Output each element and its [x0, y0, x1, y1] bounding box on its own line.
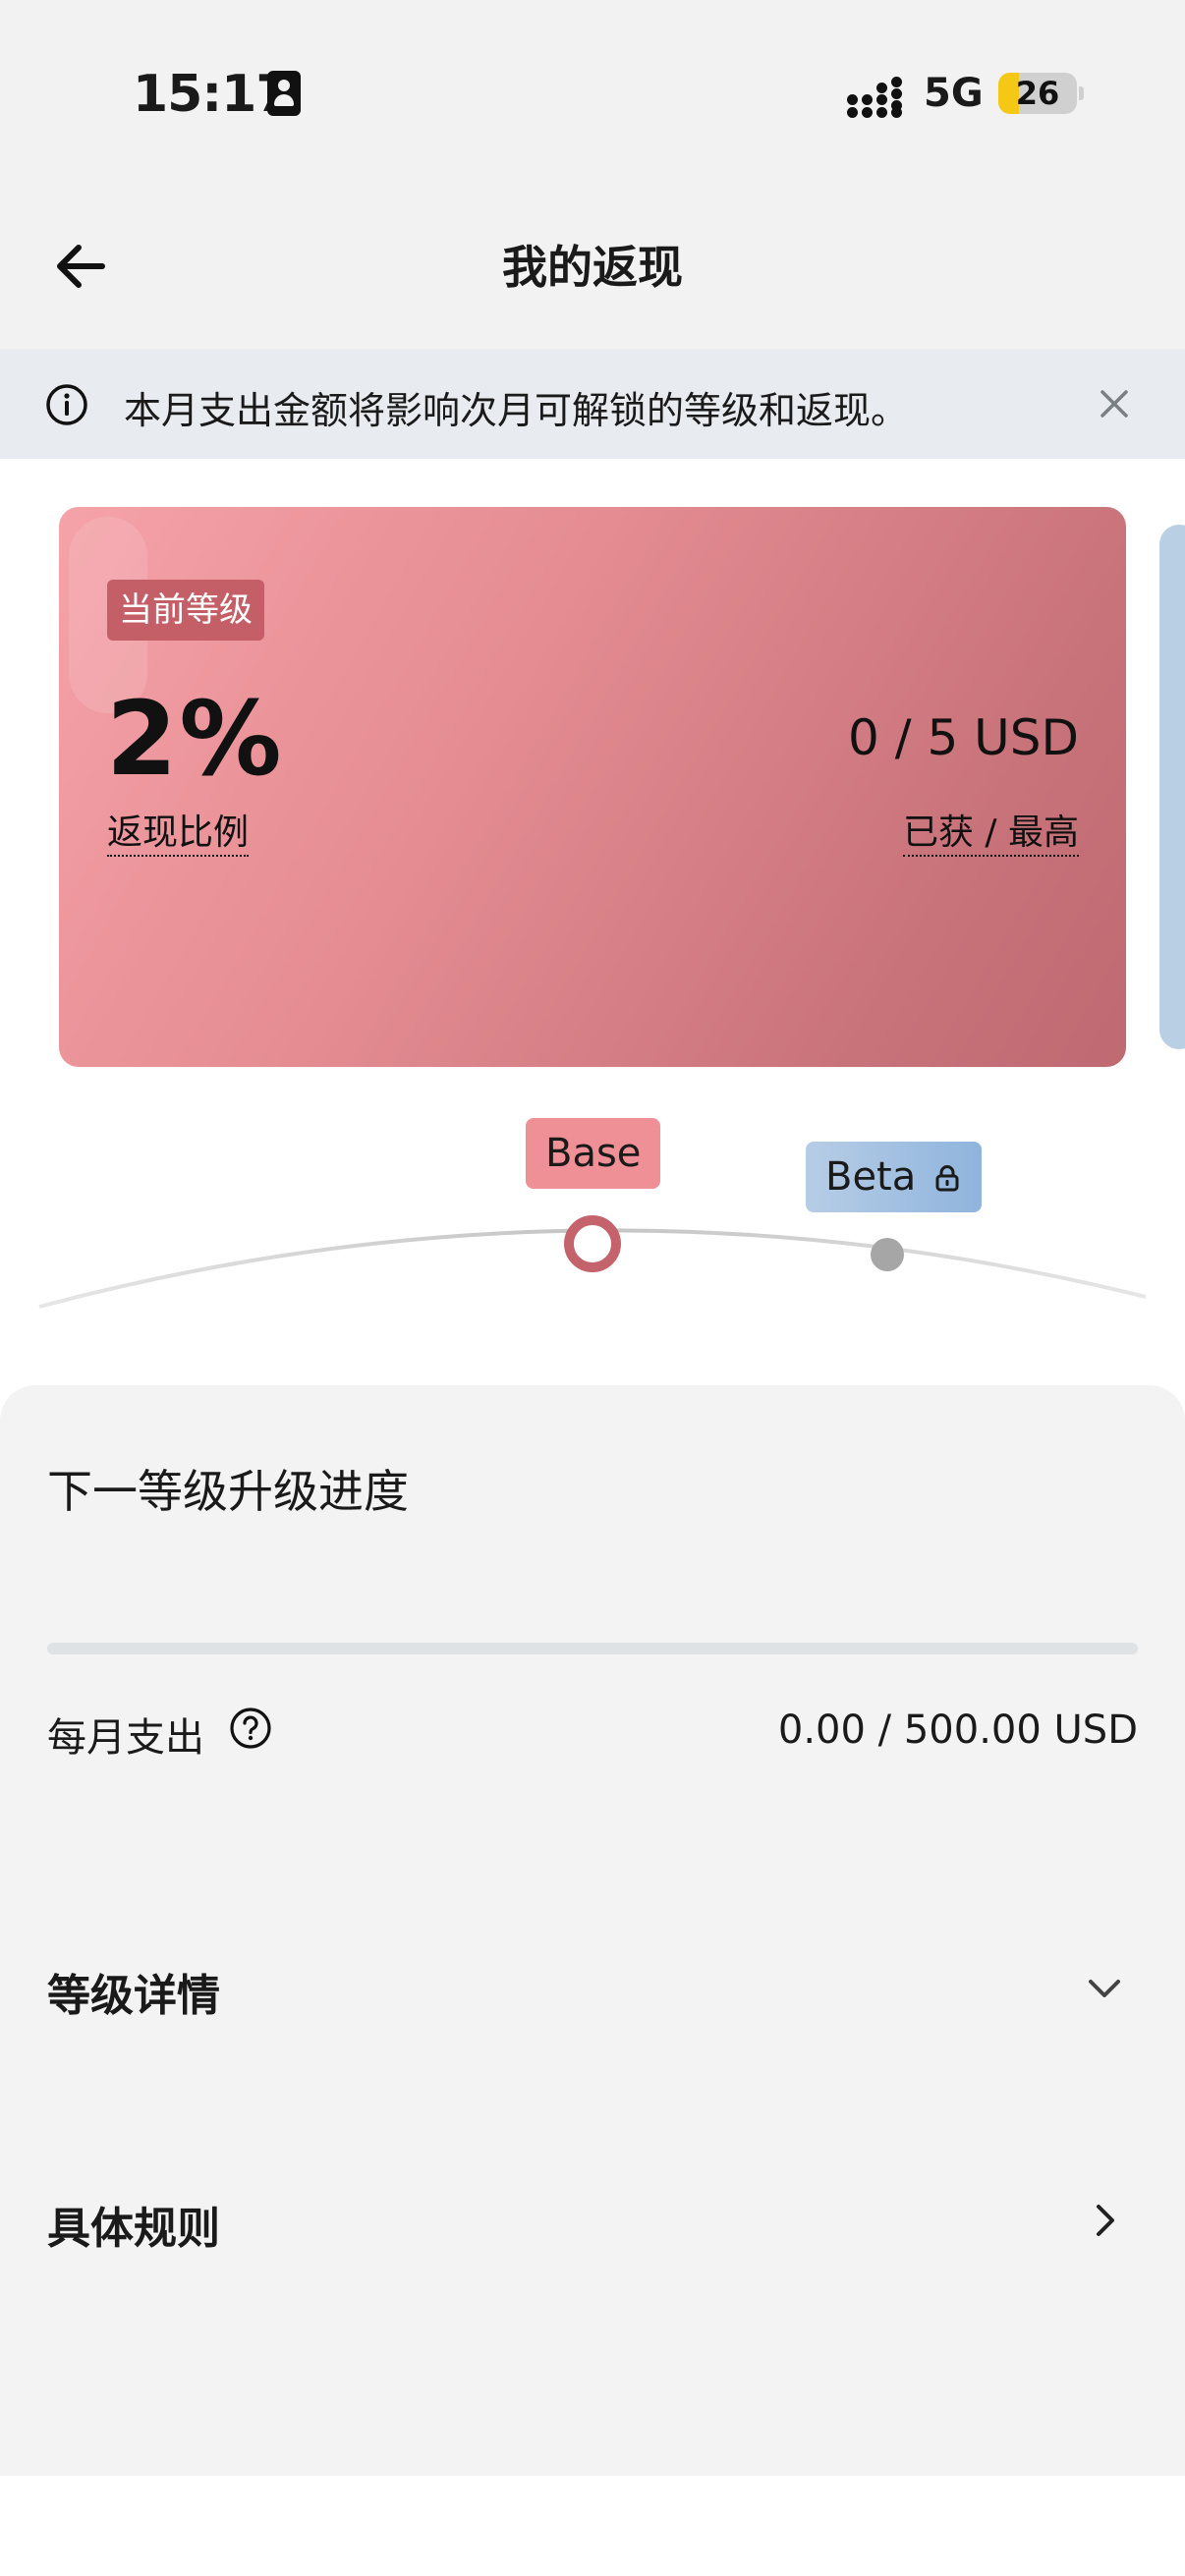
info-icon: [46, 384, 87, 425]
next-tier-card-peek[interactable]: [1159, 525, 1185, 1049]
signal-icon: [847, 77, 908, 118]
upgrade-progress-bar: [47, 1643, 1138, 1654]
cashback-rate: 2%: [106, 679, 284, 799]
details-panel: 下一等级升级进度 每月支出 0.00 / 500.00 USD 等级详情 具体规…: [0, 1385, 1185, 2476]
battery-level: 26: [1015, 75, 1060, 112]
contact-card-icon: [267, 71, 301, 116]
current-tier-badge: 当前等级: [107, 580, 264, 641]
notice-text: 本月支出金额将影响次月可解锁的等级和返现。: [124, 389, 909, 432]
earned-amount: 0 / 5 USD: [848, 709, 1079, 766]
tier-label-beta[interactable]: Beta: [806, 1142, 982, 1212]
chevron-right-icon: [1097, 2205, 1114, 2236]
monthly-spend-label: 每月支出: [47, 1715, 204, 1761]
specific-rules-label: 具体规则: [47, 2204, 220, 2254]
bottom-safe-area: [0, 2476, 1185, 2576]
notice-banner: 本月支出金额将影响次月可解锁的等级和返现。: [0, 349, 1185, 459]
lock-icon: [935, 1165, 959, 1192]
tier-details-label: 等级详情: [47, 1971, 220, 2021]
next-tier-marker: [871, 1238, 904, 1271]
status-bar: 15:17 5G 26: [0, 0, 1185, 187]
tier-label-base[interactable]: Base: [526, 1118, 661, 1189]
nav-header: 我的返现: [0, 187, 1185, 349]
upgrade-progress-title: 下一等级升级进度: [47, 1465, 409, 1518]
page-title: 我的返现: [502, 241, 683, 294]
network-type: 5G: [924, 71, 984, 116]
battery-cap: [1079, 86, 1084, 100]
question-icon[interactable]: [228, 1706, 273, 1751]
tier-details-row[interactable]: 等级详情: [0, 1931, 1185, 2039]
specific-rules-row[interactable]: 具体规则: [0, 2163, 1185, 2271]
cashback-tier-card[interactable]: 当前等级 2% 返现比例 0 / 5 USD 已获 / 最高: [59, 507, 1126, 1067]
battery-icon: 26: [998, 73, 1077, 114]
current-tier-marker: [564, 1215, 621, 1272]
close-icon[interactable]: [1095, 384, 1134, 423]
tier-base-text: Base: [545, 1131, 642, 1176]
chevron-down-icon: [1089, 1980, 1120, 1997]
tier-beta-text: Beta: [825, 1154, 917, 1200]
cashback-rate-label[interactable]: 返现比例: [107, 812, 250, 857]
earned-max-label[interactable]: 已获 / 最高: [902, 812, 1079, 857]
monthly-spend-value: 0.00 / 500.00 USD: [777, 1708, 1138, 1753]
